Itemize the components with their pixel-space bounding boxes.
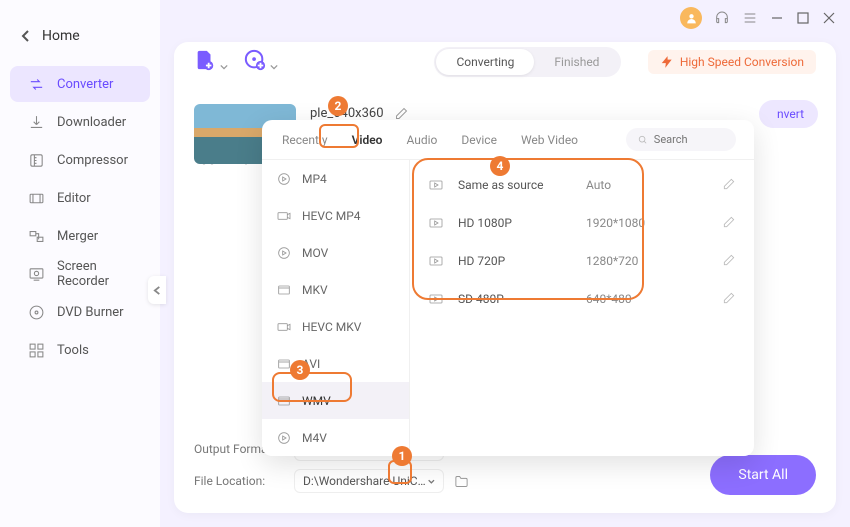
chevron-left-icon — [153, 286, 162, 295]
edit-icon[interactable] — [722, 253, 736, 267]
format-item-mkv[interactable]: MKV — [262, 271, 409, 308]
download-icon — [28, 114, 45, 131]
user-avatar[interactable] — [680, 7, 702, 29]
format-item-hevc-mp4[interactable]: HEVC MP4 — [262, 197, 409, 234]
sidebar-item-label: Tools — [57, 343, 89, 358]
folder-icon[interactable] — [454, 474, 469, 489]
caret-down-icon — [428, 477, 435, 486]
add-file-button[interactable] — [194, 49, 228, 75]
sidebar: Home Converter Downloader Compressor Edi… — [0, 0, 160, 527]
sidebar-item-screen-recorder[interactable]: Screen Recorder — [10, 256, 150, 292]
menu-icon[interactable] — [742, 10, 758, 26]
sidebar-item-editor[interactable]: Editor — [10, 180, 150, 216]
video-file-icon — [276, 282, 292, 298]
dvd-icon — [28, 304, 45, 321]
toolbar: Converting Finished High Speed Conversio… — [174, 42, 836, 82]
chevron-left-icon — [20, 30, 32, 42]
tab-audio[interactable]: Audio — [404, 129, 439, 151]
file-add-icon — [194, 49, 216, 71]
sidebar-item-label: Converter — [57, 77, 113, 92]
converter-icon — [28, 76, 45, 93]
titlebar — [666, 0, 850, 36]
annotation-ring-3 — [272, 372, 352, 402]
caret-down-icon — [220, 63, 228, 71]
headset-icon[interactable] — [714, 10, 730, 26]
sidebar-item-label: Screen Recorder — [57, 259, 132, 289]
edit-icon[interactable] — [722, 177, 736, 191]
sidebar-item-dvd-burner[interactable]: DVD Burner — [10, 294, 150, 330]
tab-device[interactable]: Device — [459, 129, 499, 151]
sidebar-item-label: Downloader — [57, 115, 126, 130]
annotation-badge-3: 3 — [290, 360, 310, 380]
start-all-button[interactable]: Start All — [710, 455, 816, 495]
home-link[interactable]: Home — [0, 28, 160, 66]
file-location-label: File Location: — [194, 474, 284, 488]
close-button[interactable] — [822, 11, 836, 25]
sidebar-item-compressor[interactable]: Compressor — [10, 142, 150, 178]
annotation-ring-2 — [319, 124, 359, 148]
maximize-button[interactable] — [796, 11, 810, 25]
lightning-icon — [660, 55, 674, 69]
status-segmented: Converting Finished — [434, 47, 621, 77]
tab-converting[interactable]: Converting — [436, 49, 534, 75]
screen-recorder-icon — [28, 266, 45, 283]
tab-web-video[interactable]: Web Video — [519, 129, 580, 151]
search-icon — [638, 134, 648, 146]
edit-icon[interactable] — [722, 215, 736, 229]
home-label: Home — [42, 28, 80, 44]
annotation-badge-1: 1 — [392, 446, 412, 466]
minimize-button[interactable] — [770, 11, 784, 25]
video-file-icon — [276, 430, 292, 446]
annotation-ring-4 — [412, 158, 644, 300]
high-speed-badge[interactable]: High Speed Conversion — [648, 50, 816, 74]
add-dvd-button[interactable] — [244, 49, 278, 75]
search-input[interactable] — [654, 133, 724, 146]
editor-icon — [28, 190, 45, 207]
high-speed-label: High Speed Conversion — [680, 55, 804, 69]
tools-icon — [28, 342, 45, 359]
video-file-icon — [276, 171, 292, 187]
sidebar-item-label: Editor — [57, 191, 91, 206]
merger-icon — [28, 228, 45, 245]
sidebar-item-converter[interactable]: Converter — [10, 66, 150, 102]
compressor-icon — [28, 152, 45, 169]
edit-icon[interactable] — [722, 291, 736, 305]
annotation-badge-2: 2 — [328, 96, 348, 116]
sidebar-item-label: DVD Burner — [57, 305, 124, 320]
sidebar-item-label: Merger — [57, 229, 98, 244]
rename-icon[interactable] — [394, 106, 409, 121]
sidebar-collapse-button[interactable] — [148, 276, 166, 304]
sidebar-item-downloader[interactable]: Downloader — [10, 104, 150, 140]
annotation-badge-4: 4 — [490, 156, 510, 176]
video-file-icon — [276, 208, 292, 224]
format-item-mov[interactable]: MOV — [262, 234, 409, 271]
format-search[interactable] — [626, 128, 736, 151]
sidebar-item-label: Compressor — [57, 153, 128, 168]
sidebar-item-tools[interactable]: Tools — [10, 332, 150, 368]
format-item-mp4[interactable]: MP4 — [262, 160, 409, 197]
video-file-icon — [276, 319, 292, 335]
format-item-m4v[interactable]: M4V — [262, 419, 409, 456]
disc-add-icon — [244, 49, 266, 71]
format-list: MP4 HEVC MP4 MOV MKV HEVC MKV AVI WMV M4… — [262, 160, 410, 456]
tab-finished[interactable]: Finished — [534, 49, 619, 75]
caret-down-icon — [270, 63, 278, 71]
convert-button[interactable]: nvert — [759, 100, 818, 128]
file-location-select[interactable]: D:\Wondershare UniConverter 1 — [294, 469, 444, 493]
video-file-icon — [276, 245, 292, 261]
sidebar-item-merger[interactable]: Merger — [10, 218, 150, 254]
format-item-hevc-mkv[interactable]: HEVC MKV — [262, 308, 409, 345]
